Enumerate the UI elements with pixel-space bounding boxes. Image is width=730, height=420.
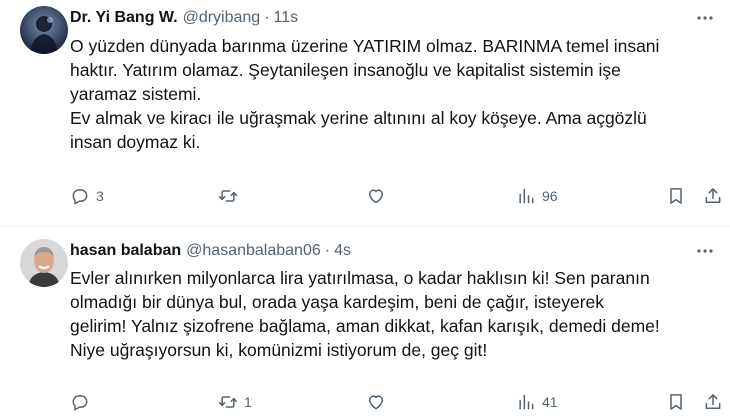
bookmark-button[interactable]	[666, 389, 686, 415]
tweet[interactable]: hasan balaban @hasanbalaban06 · 4s Evler…	[0, 227, 730, 420]
avatar[interactable]	[20, 239, 68, 287]
reply-button[interactable]	[70, 389, 96, 415]
tweet-header: Dr. Yi Bang W. @dryibang · 11s	[70, 7, 298, 29]
tweet-text-line: yaramaz sistemi.	[70, 84, 202, 104]
tweet-text-line: olmadığı bir dünya bul, orada yaşa karde…	[70, 292, 605, 312]
reply-button[interactable]: 3	[70, 183, 104, 209]
bookmark-button[interactable]	[666, 183, 686, 209]
share-icon	[705, 394, 721, 409]
author-handle[interactable]: @dryibang	[183, 9, 261, 27]
author-handle[interactable]: @hasanbalaban06	[186, 242, 321, 260]
heart-icon	[369, 189, 383, 204]
like-button[interactable]	[366, 389, 392, 415]
views-button[interactable]: 96	[516, 183, 558, 209]
view-count: 41	[542, 394, 558, 410]
retweet-button[interactable]: 1	[218, 389, 252, 415]
retweet-count: 1	[244, 394, 252, 410]
retweet-button[interactable]	[218, 183, 244, 209]
tweet-actions: 3 96	[70, 183, 723, 209]
bookmark-icon	[670, 394, 682, 410]
author-display-name[interactable]: Dr. Yi Bang W.	[70, 9, 178, 27]
avatar-image	[20, 239, 68, 287]
more-icon[interactable]	[694, 240, 716, 262]
avatar-image	[20, 6, 68, 54]
share-icon	[705, 188, 721, 203]
views-icon	[519, 188, 534, 204]
share-button[interactable]	[703, 389, 723, 415]
tweet-text-line: gelirim! Yalnız şizofrene bağlama, aman …	[70, 316, 660, 336]
like-button[interactable]	[366, 183, 392, 209]
more-icon[interactable]	[694, 7, 716, 29]
tweet[interactable]: Dr. Yi Bang W. @dryibang · 11s O yüzden …	[0, 0, 730, 227]
retweet-icon	[218, 396, 238, 408]
separator-dot: ·	[264, 9, 270, 26]
view-count: 96	[542, 188, 558, 204]
tweet-text-line: Niye uğraşıyorsun ki, komünizmi istiyoru…	[70, 340, 488, 360]
author-display-name[interactable]: hasan balaban	[70, 242, 181, 260]
views-icon	[519, 394, 534, 410]
bookmark-icon	[670, 188, 682, 204]
tweet-text-line: Ev almak ve kiracı ile uğraşmak yerine a…	[70, 108, 647, 128]
tweet-text: Evler alınırken milyonlarca lira yatırıl…	[70, 266, 720, 362]
tweet-text-line: insan doymaz ki.	[70, 132, 201, 152]
tweet-text-line: haktır. Yatırım olamaz. Şeytanileşen ins…	[70, 60, 621, 80]
tweet-header: hasan balaban @hasanbalaban06 · 4s	[70, 240, 351, 262]
retweet-icon	[218, 190, 238, 202]
separator-dot: ·	[324, 242, 331, 259]
heart-icon	[369, 395, 383, 410]
tweet-actions: 1 41	[70, 389, 723, 415]
tweet-text-line: O yüzden dünyada barınma üzerine YATIRIM…	[70, 36, 660, 56]
share-button[interactable]	[703, 183, 723, 209]
reply-icon	[72, 395, 88, 411]
tweet-text-line: Evler alınırken milyonlarca lira yatırıl…	[70, 268, 650, 288]
tweet-text: O yüzden dünyada barınma üzerine YATIRIM…	[70, 34, 720, 154]
reply-icon	[72, 189, 88, 205]
views-button[interactable]: 41	[516, 389, 558, 415]
tweet-timestamp[interactable]: 11s	[274, 9, 299, 27]
reply-count: 3	[96, 188, 104, 204]
tweet-timestamp[interactable]: 4s	[334, 242, 351, 260]
avatar[interactable]	[20, 6, 68, 54]
